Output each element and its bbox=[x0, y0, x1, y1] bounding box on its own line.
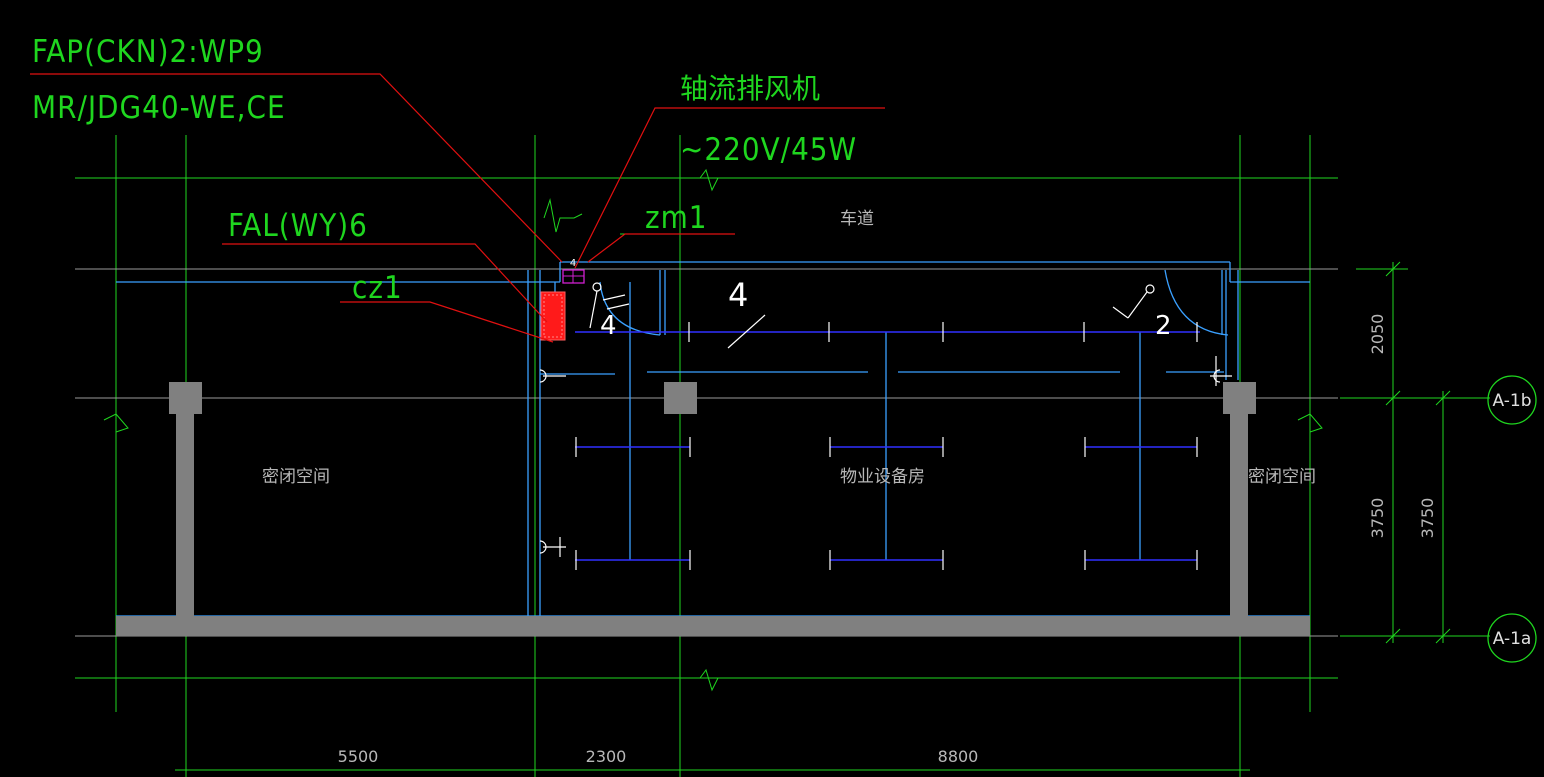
circuit-mark-2: 2 bbox=[1155, 311, 1172, 341]
axis-bubble-a1a: A-1a bbox=[1487, 613, 1537, 663]
circuit-mark-4b: 4 bbox=[600, 311, 617, 341]
label-cz: cz1 bbox=[352, 270, 403, 306]
label-zm: zm1 bbox=[645, 200, 708, 236]
reference-lines bbox=[75, 268, 1338, 637]
room-closed-right: 密闭空间 bbox=[1248, 467, 1316, 487]
label-fal: FAL(WY)6 bbox=[228, 208, 368, 244]
light-fixture-ends bbox=[543, 322, 1232, 570]
room-closed-left: 密闭空间 bbox=[262, 467, 330, 487]
room-equipment: 物业设备房 bbox=[840, 467, 925, 487]
walls bbox=[116, 261, 1310, 617]
dimension-2050: 2050 bbox=[1368, 314, 1387, 355]
switch-symbols bbox=[539, 282, 1221, 554]
dimension-2300: 2300 bbox=[586, 747, 627, 766]
axis-bubble-a1b: A-1b bbox=[1487, 375, 1537, 425]
room-driveway: 车道 bbox=[840, 209, 874, 229]
cad-drawing-canvas[interactable]: A-1b A-1a 4 FAP(CKN)2:WP9 MR/JDG40-WE,CE… bbox=[0, 0, 1544, 777]
axis-label-a1b: A-1b bbox=[1493, 391, 1532, 411]
lighting-circuits bbox=[575, 331, 1200, 561]
distribution-box[interactable] bbox=[540, 291, 566, 341]
dimension-5500: 5500 bbox=[338, 747, 379, 766]
label-mr: MR/JDG40-WE,CE bbox=[32, 90, 286, 126]
axis-label-a1a: A-1a bbox=[1493, 629, 1532, 649]
dimension-3750-inner: 3750 bbox=[1368, 498, 1387, 539]
grid-lines bbox=[30, 73, 1490, 777]
label-fan-spec: ~220V/45W bbox=[680, 132, 857, 168]
structure bbox=[116, 382, 1310, 636]
label-fan-name: 轴流排风机 bbox=[680, 72, 820, 105]
dimension-8800: 8800 bbox=[938, 747, 979, 766]
circuit-mark-4: 4 bbox=[728, 276, 748, 314]
dimension-3750-outer: 3750 bbox=[1418, 498, 1437, 539]
label-fap: FAP(CKN)2:WP9 bbox=[32, 34, 264, 70]
